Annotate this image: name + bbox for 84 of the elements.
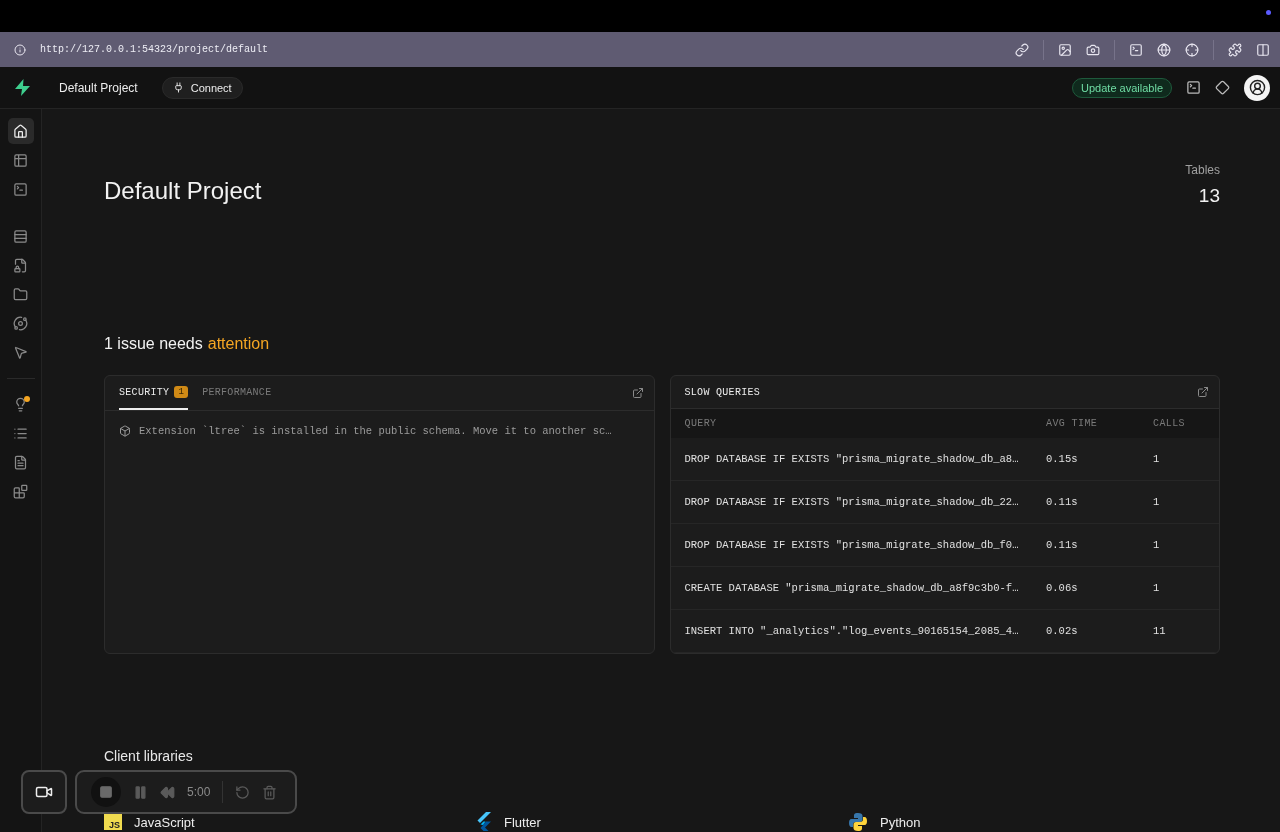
plug-icon xyxy=(172,82,184,93)
table-cell: 1 xyxy=(1153,567,1219,610)
library-name[interactable]: Flutter xyxy=(504,814,541,830)
column-header: CALLS xyxy=(1153,409,1219,438)
restart-icon xyxy=(235,784,251,800)
rewind-icon xyxy=(160,784,175,800)
table-cell: CREATE DATABASE "prisma_migrate_shadow_db_a8f9c3b0-f… xyxy=(670,567,1046,610)
stat-label: Tables xyxy=(1185,163,1220,177)
split-view-icon[interactable] xyxy=(1256,42,1270,57)
card-title: SLOW QUERIES xyxy=(684,386,761,398)
stop-icon xyxy=(99,785,113,799)
table-cell: INSERT INTO "_analytics"."log_events_90165154_2085_4… xyxy=(670,610,1046,653)
diamond-icon xyxy=(1215,80,1230,95)
external-link-icon xyxy=(631,387,644,399)
javascript-logo: JS xyxy=(104,814,122,830)
table-cell: 1 xyxy=(1153,524,1219,567)
pause-icon xyxy=(133,784,148,800)
count-badge: 1 xyxy=(174,386,189,398)
flutter-logo xyxy=(476,812,492,832)
table-cell: 0.15s xyxy=(1046,438,1153,481)
table-cell: 0.02s xyxy=(1046,610,1153,653)
table-cell: 1 xyxy=(1153,481,1219,524)
home-icon xyxy=(13,123,28,139)
crosshair-icon[interactable] xyxy=(1185,42,1199,57)
issue-text[interactable]: Extension `ltree` is installed in the public schema. Move it to another sc… xyxy=(139,425,612,437)
table-cell: 1 xyxy=(1153,438,1219,481)
puzzle-icon[interactable] xyxy=(1228,42,1242,57)
library-name[interactable]: Python xyxy=(880,814,921,830)
bolt-logo xyxy=(14,79,31,96)
terminal-icon xyxy=(1186,80,1201,95)
table-cell: DROP DATABASE IF EXISTS "prisma_migrate_shadow_db_22… xyxy=(670,481,1046,524)
attention-text: attention xyxy=(207,335,270,353)
table-cell: 0.11s xyxy=(1046,481,1153,524)
stop-button[interactable] xyxy=(91,777,121,807)
stat-value: 13 xyxy=(1198,185,1220,207)
pause-button[interactable] xyxy=(133,784,148,800)
table-icon xyxy=(13,152,28,168)
orbit-icon xyxy=(13,315,28,331)
url-text: http://127.0.0.1:54323/project/default xyxy=(40,44,270,55)
sidebar-item[interactable] xyxy=(7,118,34,144)
table-cell: DROP DATABASE IF EXISTS "prisma_migrate_shadow_db_f0… xyxy=(670,524,1046,567)
project-name[interactable]: Default Project xyxy=(59,80,138,95)
terminal-button[interactable] xyxy=(1186,80,1201,95)
avatar[interactable] xyxy=(1244,74,1270,101)
column-header: AVG TIME xyxy=(1046,409,1153,438)
restart-button[interactable] xyxy=(235,784,251,800)
terminal-icon xyxy=(13,181,28,197)
update-badge[interactable]: Update available xyxy=(1072,77,1172,98)
document-icon xyxy=(13,454,28,470)
globe-icon[interactable] xyxy=(1157,42,1171,57)
advisor-tab[interactable]: SECURITY 1 xyxy=(119,376,189,410)
camera-icon[interactable] xyxy=(1086,42,1100,57)
pointer-icon xyxy=(13,344,28,360)
diamond-button[interactable] xyxy=(1215,80,1230,95)
info-icon[interactable] xyxy=(14,43,26,56)
advisor-tab[interactable]: PERFORMANCE xyxy=(202,376,272,410)
column-header: QUERY xyxy=(670,409,1046,438)
python-logo xyxy=(848,812,868,832)
cube-icon xyxy=(119,425,131,437)
lock-file-icon xyxy=(13,257,28,273)
list-icon xyxy=(13,425,28,441)
rewind-button[interactable] xyxy=(160,784,175,800)
issues-heading: 1 issue needs xyxy=(104,335,203,353)
timer-text: 5:00 xyxy=(187,785,211,799)
image-icon[interactable] xyxy=(1058,42,1072,57)
link-icon[interactable] xyxy=(1015,42,1029,57)
folder-icon xyxy=(13,286,28,302)
table-cell: DROP DATABASE IF EXISTS "prisma_migrate_shadow_db_a8… xyxy=(670,438,1046,481)
external-link-icon xyxy=(1197,386,1209,398)
camera-button[interactable] xyxy=(21,770,67,814)
section-title: Client libraries xyxy=(104,748,194,764)
page-title: Default Project xyxy=(104,177,262,206)
connect-button[interactable]: Connect xyxy=(161,76,243,99)
database-icon xyxy=(13,228,28,244)
library-name[interactable]: JavaScript xyxy=(134,814,195,830)
trash-icon xyxy=(262,784,278,800)
terminal-icon[interactable] xyxy=(1129,42,1143,57)
table-cell: 0.11s xyxy=(1046,524,1153,567)
lightbulb-icon xyxy=(13,396,28,412)
table-cell: 11 xyxy=(1153,610,1219,653)
user-icon xyxy=(1248,79,1266,96)
table-cell: 0.06s xyxy=(1046,567,1153,610)
status-dot xyxy=(1266,10,1271,15)
blocks-icon xyxy=(13,483,28,499)
